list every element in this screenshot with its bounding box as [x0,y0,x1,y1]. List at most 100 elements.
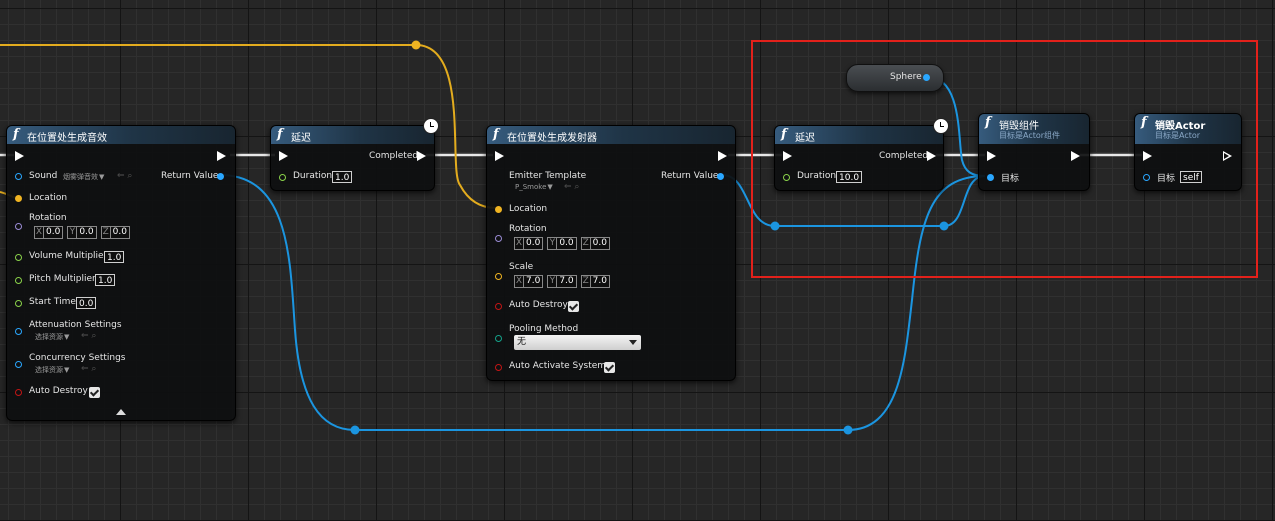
spawn-emitter-node[interactable]: f 在位置处生成发射器 Emitter Template P_Smoke▼ ⇐ … [486,125,736,381]
chevron-down-icon: ▼ [99,173,105,181]
attenuation-pin[interactable] [15,328,22,335]
z-axis-label: Z [580,275,590,288]
scale-z-input[interactable]: 7.0 [589,275,610,288]
completed-exec-pin[interactable] [417,151,426,161]
rotation-label: Rotation [509,224,547,234]
return-value-pin[interactable] [217,173,224,180]
exec-in-pin[interactable] [495,151,504,161]
sound-pin[interactable] [15,173,22,180]
chevron-down-icon: ▼ [64,366,70,374]
emitter-asset-value: P_Smoke [515,183,547,191]
browse-asset-icon[interactable]: ⇐ ⌕ [117,171,132,181]
y-axis-label: Y [67,226,77,239]
auto-destroy-checkbox[interactable] [568,301,579,312]
pitch-pin[interactable] [15,277,22,284]
volume-pin[interactable] [15,254,22,261]
pooling-method-value: 无 [517,337,527,347]
node-title: 延迟 [291,133,311,144]
location-pin[interactable] [15,195,22,202]
rotation-fields: X 0.0 Y 0.0 Z 0.0 [514,237,614,250]
node-title: 在位置处生成发射器 [507,133,597,144]
dropdown-arrow-icon [629,340,637,345]
chevron-down-icon: ▼ [547,183,553,191]
return-value-pin[interactable] [717,173,724,180]
wire-knot [411,40,421,50]
node-header[interactable]: f 延迟 [271,126,434,144]
exec-in-pin[interactable] [279,151,288,161]
emitter-template-label: Emitter Template [509,171,587,181]
return-value-label: Return Value [161,171,219,181]
rotation-pin[interactable] [15,223,22,230]
scale-fields: X 7.0 Y 7.0 Z 7.0 [514,275,614,288]
pitch-input[interactable]: 1.0 [95,274,116,286]
scale-pin[interactable] [495,273,502,280]
sound-asset-value: 烟雾弹音效 [63,173,98,181]
attenuation-label: Attenuation Settings [29,320,122,330]
location-pin[interactable] [495,206,502,213]
auto-destroy-pin[interactable] [15,389,22,396]
exec-in-pin[interactable] [15,151,24,161]
start-time-pin[interactable] [15,300,22,307]
browse-asset-icon[interactable]: ⇐ ⌕ [81,331,96,341]
function-icon: f [277,127,283,142]
x-axis-label: X [34,226,43,239]
rotation-label: Rotation [29,213,67,223]
auto-activate-pin[interactable] [495,364,502,371]
wire-knot [350,425,360,435]
wire-knot [843,425,853,435]
auto-activate-checkbox[interactable] [604,362,615,373]
highlight-box [751,40,1258,278]
function-icon: f [13,127,19,142]
start-time-label: Start Time [29,297,76,307]
rotation-x-input[interactable]: 0.0 [523,237,544,250]
duration-input[interactable]: 1.0 [332,171,353,183]
location-label: Location [29,193,68,203]
concurrency-asset-value: 选择资源 [35,366,63,374]
sound-label: Sound [29,171,58,181]
x-axis-label: X [514,275,523,288]
auto-destroy-checkbox[interactable] [89,387,100,398]
auto-destroy-pin[interactable] [495,303,502,310]
concurrency-asset-picker[interactable]: 选择资源▼ [35,365,69,375]
return-value-label: Return Value [661,171,719,181]
node-title: 在位置处生成音效 [27,133,107,144]
browse-asset-icon[interactable]: ⇐ ⌕ [564,182,579,192]
y-axis-label: Y [547,237,557,250]
node-header[interactable]: f 在位置处生成发射器 [487,126,735,144]
concurrency-pin[interactable] [15,361,22,368]
pooling-method-pin[interactable] [495,335,502,342]
rotation-z-input[interactable]: 0.0 [589,237,610,250]
rotation-x-input[interactable]: 0.0 [43,226,64,239]
duration-label: Duration [293,171,333,181]
latent-clock-icon [423,118,439,134]
attenuation-asset-value: 选择资源 [35,333,63,341]
duration-pin[interactable] [279,174,286,181]
rotation-z-input[interactable]: 0.0 [109,226,130,239]
rotation-y-input[interactable]: 0.0 [76,226,97,239]
pooling-method-dropdown[interactable]: 无 [514,335,641,350]
exec-out-pin[interactable] [718,151,727,161]
completed-label: Completed [369,151,419,161]
volume-input[interactable]: 1.0 [104,251,125,263]
rotation-pin[interactable] [495,235,502,242]
x-axis-label: X [514,237,523,250]
start-time-input[interactable]: 0.0 [76,297,97,309]
scale-y-input[interactable]: 7.0 [556,275,577,288]
spawn-sound-node[interactable]: f 在位置处生成音效 Sound 烟雾弹音效▼ ⇐ ⌕ Return Value… [6,125,236,421]
chevron-down-icon: ▼ [64,333,70,341]
exec-out-pin[interactable] [217,151,226,161]
emitter-asset-picker[interactable]: P_Smoke▼ [515,183,553,191]
concurrency-label: Concurrency Settings [29,353,126,363]
scale-x-input[interactable]: 7.0 [523,275,544,288]
browse-asset-icon[interactable]: ⇐ ⌕ [81,364,96,374]
delay-node[interactable]: f 延迟 Completed Duration 1.0 [270,118,439,191]
scale-label: Scale [509,262,534,272]
attenuation-asset-picker[interactable]: 选择资源▼ [35,332,69,342]
z-axis-label: Z [580,237,590,250]
sound-asset-picker[interactable]: 烟雾弹音效▼ [63,172,104,182]
y-axis-label: Y [547,275,557,288]
rotation-y-input[interactable]: 0.0 [556,237,577,250]
collapse-arrow-icon[interactable] [116,409,126,415]
rotation-fields: X 0.0 Y 0.0 Z 0.0 [34,226,134,239]
node-header[interactable]: f 在位置处生成音效 [7,126,235,144]
